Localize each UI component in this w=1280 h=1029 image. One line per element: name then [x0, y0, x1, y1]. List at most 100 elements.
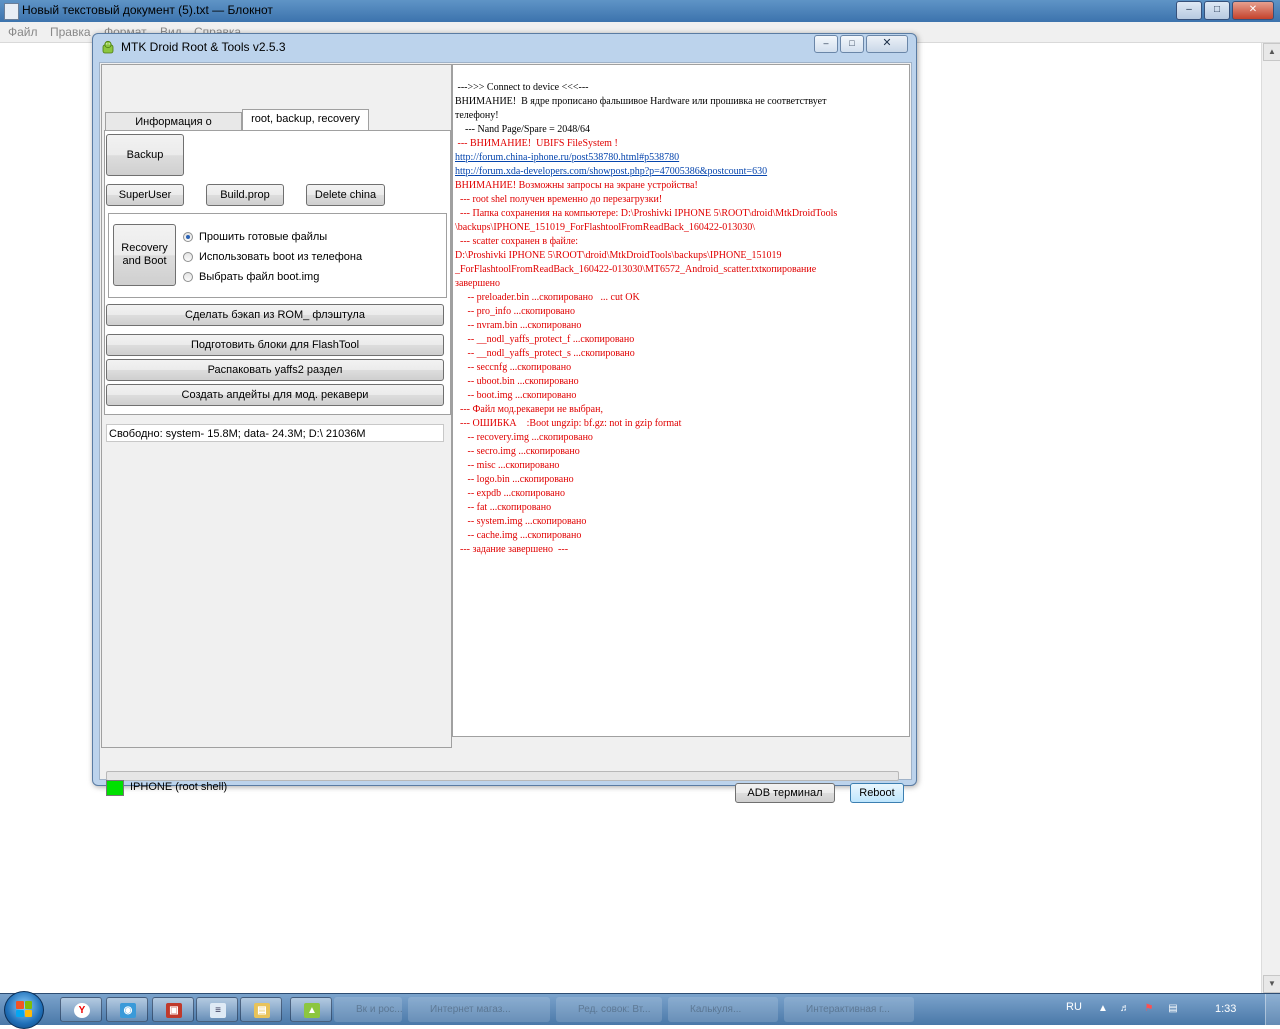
taskbar-toolbox[interactable]: ▣ [152, 997, 194, 1022]
log-line: --->>> Connect to device <<<--- [455, 82, 589, 93]
radio-flash-ready-files[interactable]: Прошить готовые файлы [183, 231, 327, 243]
menu-file[interactable]: Файл [8, 25, 38, 39]
delete-china-button[interactable]: Delete china [306, 184, 385, 206]
recovery-boot-group: Recovery and Boot Прошить готовые файлы … [108, 213, 447, 298]
radio-checked-icon[interactable] [183, 232, 193, 242]
taskbar-yandex-browser[interactable]: Y [60, 997, 102, 1022]
flashtool-blocks-button[interactable]: Подготовить блоки для FlashTool [106, 334, 444, 356]
log-line: -- secro.img ...скопировано [455, 446, 580, 457]
radio-label: Выбрать файл boot.img [199, 271, 320, 283]
radio-unchecked-icon[interactable] [183, 252, 193, 262]
log-line: --- Файл мод.рекавери не выбран, [455, 404, 603, 415]
taskbar-mtk-droid[interactable]: ▲ [290, 997, 332, 1022]
buildprop-button[interactable]: Build.prop [206, 184, 284, 206]
log-line: завершено [455, 278, 500, 289]
reboot-button[interactable]: Reboot [850, 783, 904, 803]
toolbox-icon: ▣ [166, 1003, 182, 1018]
notepad-title: Новый текстовый документ (5).txt — Блокн… [22, 3, 273, 17]
mtk-droid-icon: ▲ [304, 1003, 320, 1018]
mtk-close-button[interactable]: ✕ [866, 35, 908, 53]
log-line: \backups\IPHONE_151019_ForFlashtoolFromR… [455, 222, 755, 233]
recovery-boot-button[interactable]: Recovery and Boot [113, 224, 176, 286]
mtk-maximize-button[interactable]: □ [840, 35, 864, 53]
radio-label: Прошить готовые файлы [199, 231, 328, 243]
log-line: -- __nodl_yaffs_protect_s ...скопировано [455, 348, 635, 359]
taskbar: Y ◉ ▣ ≡ ▤ ▲ Вк и рос... Интернет магаз..… [0, 991, 1280, 1029]
notepad-icon: ≡ [210, 1003, 226, 1018]
tab-root-backup-recovery[interactable]: root, backup, recovery [242, 109, 369, 130]
taskbar-faded-item[interactable]: Интернет магаз... [408, 997, 550, 1022]
taskbar-notepad[interactable]: ≡ [196, 997, 238, 1022]
tab-page-root-backup: Backup SuperUser Build.prop Delete china… [104, 130, 451, 415]
log-line: --- задание завершено --- [455, 544, 569, 555]
radio-label: Использовать boot из телефона [199, 251, 363, 263]
close-button[interactable]: ✕ [1232, 1, 1274, 20]
taskbar-faded-item[interactable]: Интерактивная г... [784, 997, 914, 1022]
log-line: -- boot.img ...скопировано [455, 390, 577, 401]
log-line: -- seccnfg ...скопировано [455, 362, 572, 373]
log-link[interactable]: http://forum.china-iphone.ru/post538780.… [455, 151, 679, 165]
log-line: -- __nodl_yaffs_protect_f ...скопировано [455, 334, 635, 345]
yandex-browser-icon: Y [74, 1003, 90, 1018]
radio-use-phone-boot[interactable]: Использовать boot из телефона [183, 251, 362, 263]
log-line: _ForFlashtoolFromReadBack_160422-013030\… [455, 264, 817, 275]
mtk-minimize-button[interactable]: – [814, 35, 838, 53]
log-line: --- root shel получен временно до переза… [455, 194, 663, 205]
log-line: -- nvram.bin ...скопировано [455, 320, 582, 331]
network-tray-icon[interactable]: ▤ [1166, 1002, 1180, 1016]
mtk-titlebar[interactable]: MTK Droid Root & Tools v2.5.3 – □ ✕ [93, 34, 916, 60]
show-desktop-button[interactable] [1265, 994, 1280, 1025]
action-center-icon[interactable]: ⚑ [1142, 1002, 1156, 1016]
log-line: ВНИМАНИЕ! В ядре прописано фальшивое Har… [455, 96, 827, 107]
mtk-window: MTK Droid Root & Tools v2.5.3 – □ ✕ Инфо… [92, 33, 917, 803]
log-line: телефону! [455, 110, 499, 121]
log-line: -- pro_info ...скопировано [455, 306, 575, 317]
log-line: -- system.img ...скопировано [455, 516, 587, 527]
log-line: --- scatter сохранен в файле: [455, 236, 579, 247]
scroll-up-icon[interactable]: ▲ [1263, 43, 1280, 61]
taskbar-faded-item[interactable]: Калькуля... [668, 997, 778, 1022]
device-status-indicator [106, 780, 124, 796]
device-name: IPHONE (root shell) [130, 781, 228, 793]
backup-button[interactable]: Backup [106, 134, 184, 176]
tab-phone-info[interactable]: Информация о телефоне [105, 112, 242, 146]
scroll-down-icon[interactable]: ▼ [1263, 975, 1280, 993]
taskbar-explorer[interactable]: ▤ [240, 997, 282, 1022]
maximize-button[interactable]: □ [1204, 1, 1230, 20]
taskbar-network[interactable]: ◉ [106, 997, 148, 1022]
log-output[interactable]: --->>> Connect to device <<<--- ВНИМАНИЕ!… [452, 64, 910, 737]
adb-terminal-button[interactable]: ADB терминал [735, 783, 835, 803]
mtk-title: MTK Droid Root & Tools v2.5.3 [121, 40, 286, 54]
taskbar-faded-item[interactable]: Вк и рос... [334, 997, 402, 1022]
android-icon [102, 40, 114, 54]
log-line: --- Nand Page/Spare = 2048/64 [455, 124, 591, 135]
tray-expand-icon[interactable]: ▲ [1096, 1002, 1110, 1016]
start-button[interactable] [4, 991, 44, 1029]
log-line: -- logo.bin ...скопировано [455, 474, 574, 485]
notepad-titlebar: Новый текстовый документ (5).txt — Блокн… [0, 0, 1280, 22]
menu-edit[interactable]: Правка [50, 25, 91, 39]
unpack-yaffs2-button[interactable]: Распаковать yaffs2 раздел [106, 359, 444, 381]
log-line: --- ОШИБКА :Boot ungzip: bf.gz: not in g… [455, 418, 682, 429]
taskbar-faded-item[interactable]: Ред. совок: Вт... [556, 997, 662, 1022]
notepad-scrollbar[interactable]: ▲ ▼ [1261, 43, 1280, 993]
log-line: --- ВНИМАНИЕ! UBIFS FileSystem ! [455, 138, 618, 149]
log-line: D:\Proshivki IPHONE 5\ROOT\droid\MtkDroi… [455, 250, 782, 261]
volume-icon[interactable]: ♬ [1118, 1002, 1132, 1016]
radio-select-boot-img[interactable]: Выбрать файл boot.img [183, 271, 319, 283]
radio-unchecked-icon[interactable] [183, 272, 193, 282]
log-line: -- preloader.bin ...скопировано ... cut … [455, 292, 640, 303]
create-updates-button[interactable]: Создать апдейты для мод. рекавери [106, 384, 444, 406]
log-link[interactable]: http://forum.xda-developers.com/showpost… [455, 165, 767, 179]
minimize-button[interactable]: – [1176, 1, 1202, 20]
clock[interactable]: 1:33 [1215, 1003, 1236, 1015]
network-icon: ◉ [120, 1003, 136, 1018]
explorer-icon: ▤ [254, 1003, 270, 1018]
windows-logo-icon [16, 1001, 32, 1017]
rom-backup-button[interactable]: Сделать бэкап из ROM_ флэштула [106, 304, 444, 326]
superuser-button[interactable]: SuperUser [106, 184, 184, 206]
log-line: -- recovery.img ...скопировано [455, 432, 593, 443]
progress-bar [106, 771, 899, 781]
language-indicator[interactable]: RU [1066, 1001, 1082, 1013]
free-space-status: Свободно: system- 15.8M; data- 24.3M; D:… [106, 424, 444, 442]
